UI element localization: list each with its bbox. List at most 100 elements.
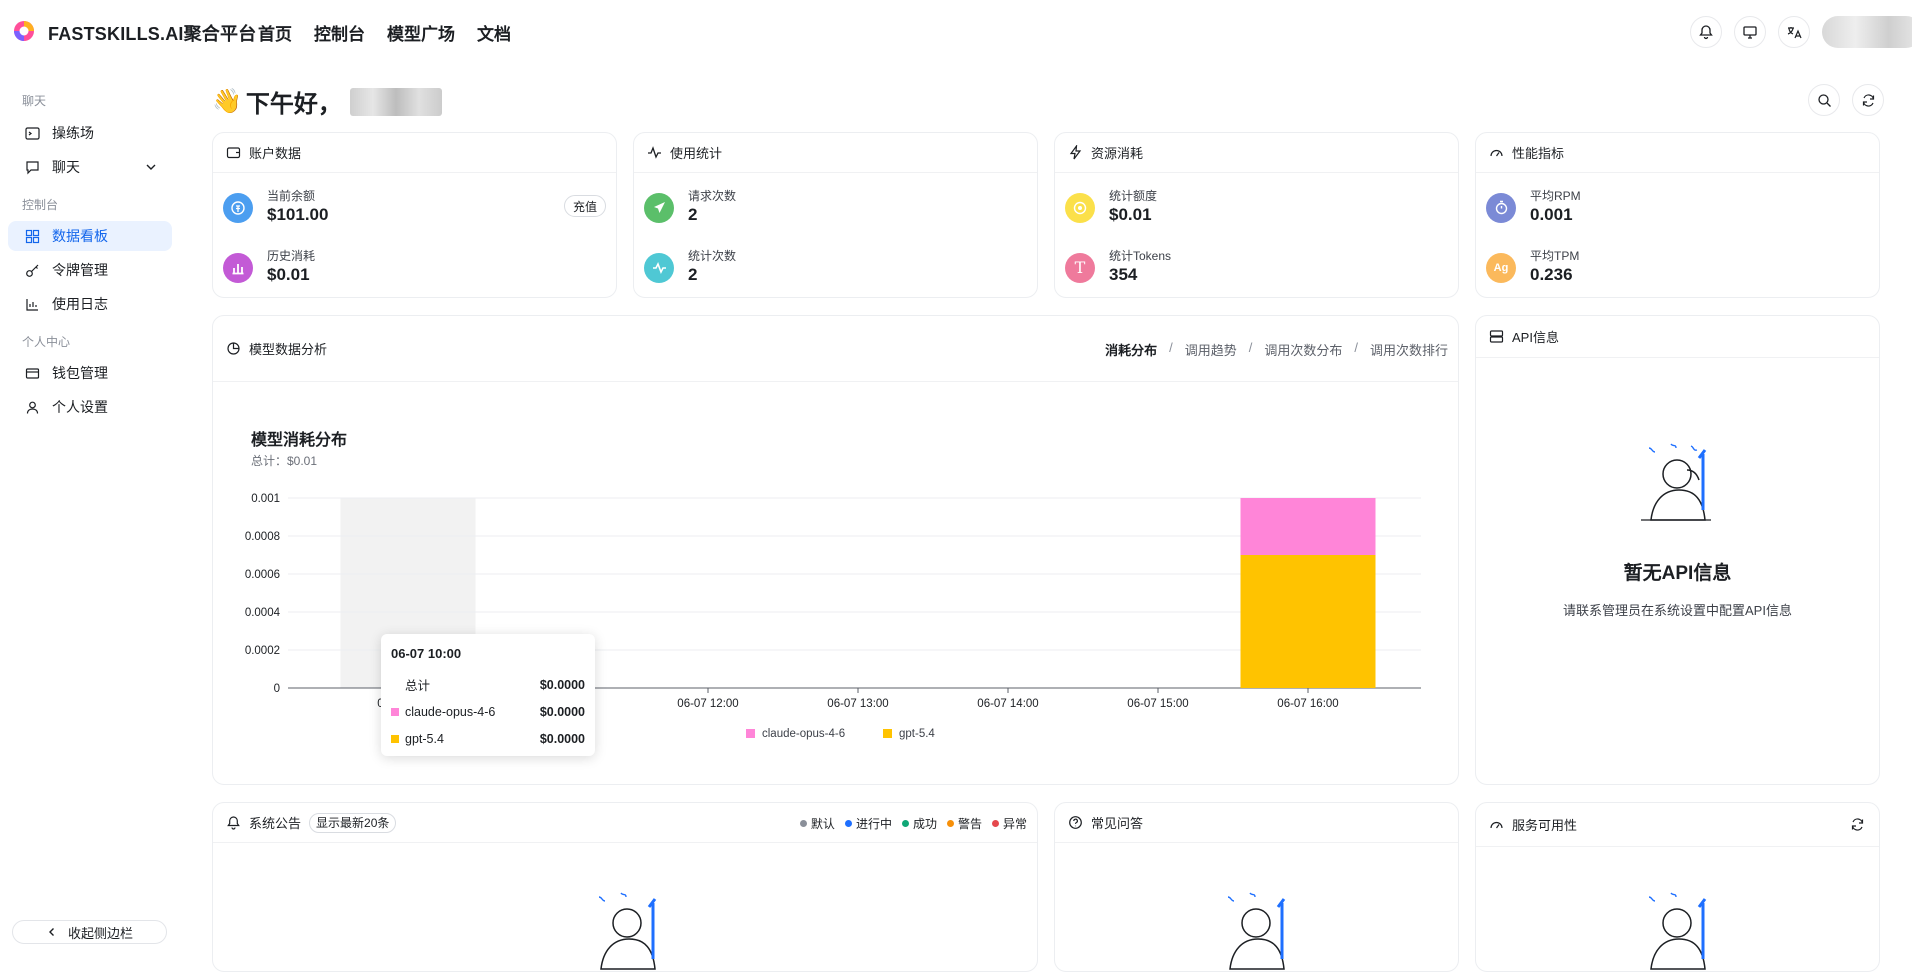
top-bar: FASTSKILLS.AI聚合平台 首页 控制台 模型广场 文档	[0, 0, 1912, 64]
availability-header: 服务可用性	[1476, 803, 1879, 847]
sidebar-item-playground[interactable]: 操练场	[8, 118, 172, 148]
legend-error: 异常	[991, 815, 1027, 832]
sidebar-item-wallet[interactable]: 钱包管理	[8, 358, 172, 388]
collapse-sidebar-button[interactable]: 收起侧边栏	[12, 920, 167, 944]
api-empty-desc: 请联系管理员在系统设置中配置API信息	[1563, 603, 1792, 618]
wallet-icon	[225, 145, 241, 161]
faq-title: 常见问答	[1091, 816, 1144, 831]
tpm-label: 平均TPM	[1530, 249, 1580, 263]
sidebar-item-label: 个人设置	[52, 399, 108, 415]
empty-illustration	[1227, 892, 1286, 970]
tooltip-row-label: gpt-5.4	[405, 731, 444, 746]
notification-button[interactable]	[1690, 16, 1722, 48]
tab-trend[interactable]: 调用趋势	[1185, 340, 1237, 359]
coin-icon	[223, 192, 253, 223]
history-value: $0.01	[267, 265, 310, 284]
tooltip-title: 06-07 10:00	[391, 646, 462, 661]
top-nav: 首页 控制台 模型广场 文档	[258, 20, 511, 45]
empty-illustration	[1641, 443, 1711, 521]
balance-label: 当前余额	[267, 189, 316, 203]
sidebar-item-label: 令牌管理	[52, 262, 108, 278]
nav-console[interactable]: 控制台	[314, 20, 365, 45]
bar-gpt-5.4	[1240, 555, 1376, 688]
perf-card-title: 性能指标	[1512, 146, 1565, 161]
monitor-icon	[1743, 26, 1757, 39]
tokens-stat: T 统计Tokens 354	[1065, 249, 1171, 286]
stat-count-value: 2	[688, 265, 698, 284]
tooltip-row: 总计 $0.0000	[391, 671, 585, 698]
bar-claude-opus-4-6	[1240, 498, 1376, 555]
model-analysis-title: 模型数据分析	[249, 342, 328, 357]
history-stat: 历史消耗 $0.01	[223, 249, 315, 286]
account-card: 账户数据 当前余额 $101.00 充值 历史消耗 $0.01	[212, 132, 617, 298]
nav-model-market[interactable]: 模型广场	[387, 20, 455, 45]
tab-call-ranking[interactable]: 调用次数排行	[1370, 340, 1448, 359]
sidebar-item-settings[interactable]: 个人设置	[8, 392, 172, 422]
requests-value: 2	[688, 205, 698, 224]
sidebar: 聊天 操练场 聊天 控制台 数据看板 令牌管理 使用日志 个人中心 钱包管理 个…	[0, 64, 184, 956]
history-label: 历史消耗	[267, 249, 316, 263]
requests-stat: 请求次数 2	[644, 189, 736, 226]
sidebar-item-logs[interactable]: 使用日志	[8, 289, 172, 319]
y-tick-label: 0.0004	[245, 607, 281, 619]
legend-swatch	[746, 729, 755, 738]
usage-card-header: 使用统计	[634, 133, 1037, 173]
chart-bar-icon	[223, 252, 253, 283]
resource-card-header: 资源消耗	[1055, 133, 1458, 173]
availability-title: 服务可用性	[1512, 818, 1578, 833]
nav-home[interactable]: 首页	[258, 20, 292, 45]
api-empty-title: 暂无API信息	[1623, 563, 1732, 584]
sidebar-item-dashboard[interactable]: 数据看板	[8, 221, 172, 251]
api-info-title: API信息	[1512, 330, 1559, 345]
bar-chart-icon	[24, 296, 40, 312]
api-info-header: API信息	[1476, 316, 1879, 358]
tooltip-row: gpt-5.4 $0.0000	[391, 725, 585, 752]
app-logo[interactable]	[13, 20, 35, 42]
resource-card-title: 资源消耗	[1091, 146, 1144, 161]
nav-docs[interactable]: 文档	[477, 20, 511, 45]
tokens-label: 统计Tokens	[1109, 249, 1172, 263]
resource-card: 资源消耗 统计额度 $0.01 T 统计Tokens 354	[1054, 132, 1459, 298]
tab-call-distribution[interactable]: 调用次数分布	[1264, 340, 1342, 359]
tooltip-row-value: $0.0000	[539, 731, 585, 746]
status-legend: 默认 进行中 成功 警告 异常	[799, 815, 1027, 832]
swatch-claude	[391, 707, 399, 716]
rpm-label: 平均RPM	[1530, 189, 1581, 203]
announcements-title: 系统公告	[249, 816, 302, 831]
tpm-value: 0.236	[1530, 265, 1573, 284]
balance-stat: 当前余额 $101.00	[223, 189, 328, 226]
y-tick-label: 0.0002	[245, 645, 280, 657]
refresh-icon[interactable]	[1850, 817, 1865, 832]
gauge-icon	[1488, 145, 1504, 161]
refresh-button[interactable]	[1852, 84, 1884, 116]
search-button[interactable]	[1808, 84, 1840, 116]
sidebar-item-chat[interactable]: 聊天	[8, 152, 172, 182]
coin-icon	[1065, 192, 1095, 223]
theme-button[interactable]	[1734, 16, 1766, 48]
app-title[interactable]: FASTSKILLS.AI聚合平台	[48, 20, 256, 46]
user-menu[interactable]	[1822, 16, 1912, 48]
text-ag-icon: Ag	[1486, 252, 1516, 283]
key-icon	[24, 262, 40, 278]
recharge-button[interactable]: 充值	[563, 195, 606, 217]
top-actions	[1690, 16, 1912, 48]
account-card-title: 账户数据	[249, 146, 302, 161]
y-tick-label: 0.0008	[245, 531, 280, 543]
api-info-card: API信息 暂无API信息 请联系管理员在系统设置中配置API信息	[1475, 315, 1880, 785]
language-button[interactable]	[1778, 16, 1810, 48]
chart-title: 模型消耗分布	[251, 432, 348, 449]
activity-icon	[644, 252, 674, 283]
help-circle-icon	[1067, 815, 1083, 831]
sidebar-group-chat: 聊天	[22, 94, 47, 108]
credit-card-icon	[24, 365, 40, 381]
tab-consumption[interactable]: 消耗分布	[1105, 340, 1157, 359]
quota-label: 统计额度	[1109, 189, 1158, 203]
pie-chart-icon	[225, 341, 241, 357]
gauge-icon	[1488, 817, 1504, 833]
terminal-icon	[24, 125, 40, 141]
sidebar-item-tokens[interactable]: 令牌管理	[8, 255, 172, 285]
stat-count-label: 统计次数	[688, 249, 737, 263]
chevron-down-icon[interactable]	[144, 160, 158, 174]
latest-20-chip: 显示最新20条	[309, 812, 397, 833]
requests-label: 请求次数	[688, 189, 737, 203]
